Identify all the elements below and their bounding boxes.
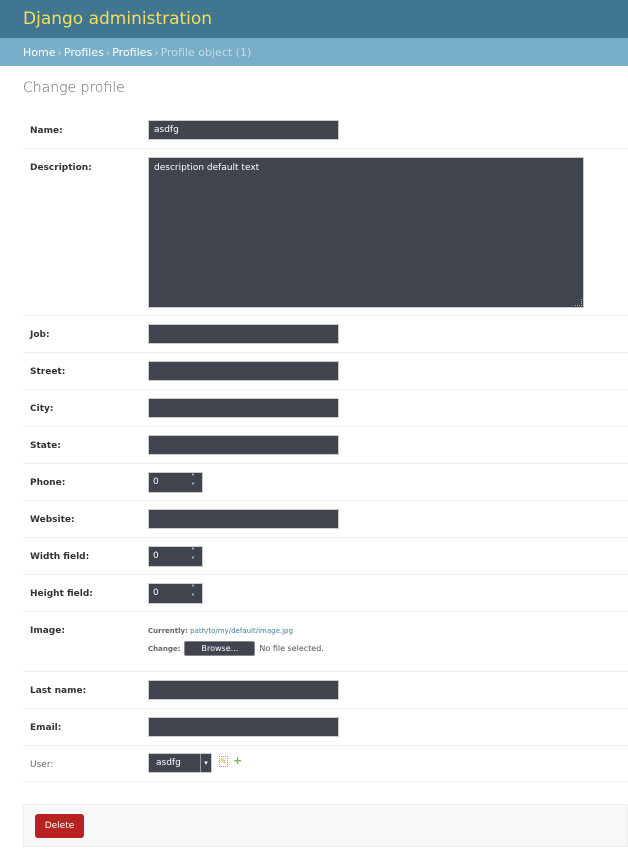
image-label: Image:: [30, 626, 65, 636]
state-input[interactable]: [148, 435, 339, 455]
phone-stepper[interactable]: ˄ ˅: [188, 474, 198, 491]
city-label: City:: [30, 404, 54, 414]
image-change-label: Change:: [148, 644, 181, 653]
image-current-link[interactable]: path/to/my/default/image.jpg: [190, 627, 293, 635]
phone-value: 0: [153, 477, 159, 487]
chevron-up-icon[interactable]: ˄: [191, 585, 195, 593]
last-name-input[interactable]: [148, 680, 339, 700]
website-label: Website:: [30, 515, 75, 525]
breadcrumb-separator: ›: [105, 45, 111, 59]
breadcrumb-app[interactable]: Profiles: [64, 46, 104, 59]
form-row-street: Street:: [23, 353, 628, 390]
height-field-stepper[interactable]: ˄ ˅: [188, 585, 198, 602]
description-text: description default text: [154, 163, 260, 173]
form-row-user: User: asdfg ▾ ✎ +: [23, 746, 628, 782]
image-currently-label: Currently:: [148, 627, 188, 635]
form-row-description: Description: description default text: [23, 149, 628, 316]
width-field-stepper[interactable]: ˄ ˅: [188, 548, 198, 565]
form-row-width-field: Width field: 0 ˄ ˅: [23, 538, 628, 575]
form-row-height-field: Height field: 0 ˄ ˅: [23, 575, 628, 612]
browse-button[interactable]: Browse...: [184, 641, 256, 656]
width-field-value: 0: [153, 551, 159, 561]
breadcrumb-home[interactable]: Home: [23, 46, 55, 59]
breadcrumb-separator: ›: [57, 45, 62, 59]
form-row-phone: Phone: 0 ˄ ˅: [23, 464, 628, 501]
name-label: Name:: [30, 126, 63, 136]
width-field-label: Width field:: [30, 552, 90, 562]
form-row-website: Website:: [23, 501, 628, 538]
description-label: Description:: [30, 163, 92, 173]
chevron-down-icon[interactable]: ˅: [191, 483, 195, 491]
phone-input[interactable]: 0 ˄ ˅: [148, 472, 203, 493]
chevron-up-icon[interactable]: ˄: [191, 474, 195, 482]
add-plus-icon[interactable]: +: [233, 754, 242, 767]
submit-row: Delete: [23, 804, 628, 847]
site-branding[interactable]: Django administration: [23, 9, 212, 29]
form-row-name: Name: asdfg: [23, 112, 628, 149]
change-form: Name: asdfg Description: description def…: [23, 112, 628, 782]
form-row-state: State:: [23, 427, 628, 464]
last-name-label: Last name:: [30, 686, 87, 696]
street-label: Street:: [30, 367, 66, 377]
chevron-down-icon[interactable]: ˅: [191, 594, 195, 602]
height-field-input[interactable]: 0 ˄ ˅: [148, 583, 203, 604]
state-label: State:: [30, 441, 61, 451]
edit-pencil-icon[interactable]: ✎: [219, 756, 228, 767]
job-input[interactable]: [148, 324, 339, 344]
chevron-down-icon[interactable]: ▾: [200, 754, 211, 772]
street-input[interactable]: [148, 361, 339, 381]
breadcrumb: Home › Profiles › Profiles › Profile obj…: [0, 38, 628, 66]
width-field-input[interactable]: 0 ˄ ˅: [148, 546, 203, 567]
email-label: Email:: [30, 723, 62, 733]
user-select[interactable]: asdfg ▾: [148, 753, 212, 773]
breadcrumb-model[interactable]: Profiles: [112, 46, 152, 59]
description-textarea[interactable]: description default text: [148, 157, 584, 308]
user-select-value: asdfg: [156, 758, 181, 768]
height-field-value: 0: [153, 588, 159, 598]
form-row-job: Job:: [23, 316, 628, 353]
form-row-email: Email:: [23, 709, 628, 746]
height-field-label: Height field:: [30, 589, 93, 599]
phone-label: Phone:: [30, 478, 66, 488]
website-input[interactable]: [148, 509, 339, 529]
site-header: Django administration: [0, 0, 628, 38]
no-file-text: No file selected.: [259, 644, 324, 653]
chevron-up-icon[interactable]: ˄: [191, 548, 195, 556]
resize-handle-icon[interactable]: [575, 299, 582, 306]
form-row-image: Image: Currently: path/to/my/default/ima…: [23, 612, 628, 672]
city-input[interactable]: [148, 398, 339, 418]
user-label: User:: [30, 760, 54, 770]
delete-button[interactable]: Delete: [35, 814, 84, 838]
form-row-last-name: Last name:: [23, 672, 628, 709]
page-title: Change profile: [23, 80, 125, 96]
chevron-down-icon[interactable]: ˅: [191, 557, 195, 565]
image-file-widget: Currently: path/to/my/default/image.jpg …: [148, 627, 324, 656]
name-input[interactable]: asdfg: [148, 120, 339, 140]
breadcrumb-separator: ›: [154, 45, 159, 59]
job-label: Job:: [30, 330, 50, 340]
breadcrumb-current: Profile object (1): [160, 45, 252, 59]
form-row-city: City:: [23, 390, 628, 427]
email-input[interactable]: [148, 717, 339, 737]
